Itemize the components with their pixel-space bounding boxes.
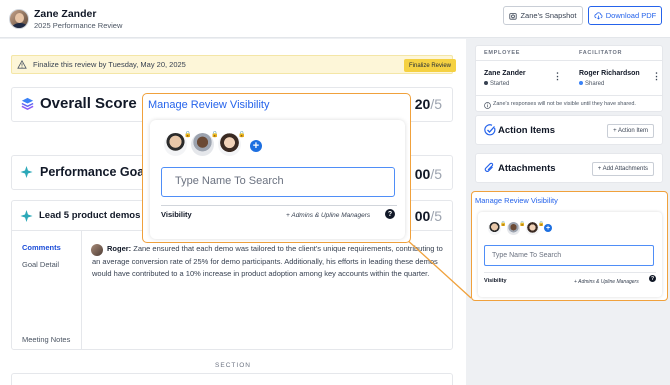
employee-header: EMPLOYEE — [484, 50, 521, 56]
performance-goals-score: 00/5 — [414, 166, 442, 182]
participants-card: EMPLOYEE FACILITATOR Zane Zander Started… — [475, 45, 663, 112]
tab-meeting-notes[interactable]: Meeting Notes — [22, 335, 70, 344]
attachments-title: Attachments — [498, 163, 556, 174]
help-icon[interactable]: ? — [649, 275, 656, 282]
goal-item-tabs: Comments Goal Detail Meeting Notes — [12, 231, 82, 350]
facilitator-name: Roger Richardson — [579, 70, 640, 77]
visibility-panel-small: Manage Review Visibility 🔒 🔒 🔒 + Type Na… — [471, 191, 668, 301]
facilitator-menu-icon[interactable]: ⋮ — [652, 71, 661, 82]
add-action-item-button[interactable]: + Action Item — [607, 124, 654, 138]
visibility-label-small: Visibility — [484, 278, 507, 284]
lock-icon: 🔒 — [211, 132, 219, 138]
add-person-icon[interactable]: + — [544, 224, 552, 232]
download-label: Download PDF — [605, 11, 657, 20]
finalize-banner: Finalize this review by Tuesday, May 20,… — [11, 55, 456, 74]
goal-item-score: 00/5 — [414, 208, 442, 224]
comment-author: Roger: — [107, 244, 132, 253]
add-attachments-button[interactable]: + Add Attachments — [591, 162, 654, 176]
name-search-input[interactable]: Type Name To Search — [161, 167, 395, 197]
visibility-panel-title-small[interactable]: Manage Review Visibility — [475, 196, 558, 205]
visibility-panel-title[interactable]: Manage Review Visibility — [148, 99, 269, 111]
add-person-icon[interactable]: + — [250, 140, 262, 152]
info-icon — [484, 102, 491, 109]
review-name: 2025 Performance Review — [34, 21, 123, 30]
warning-icon — [17, 60, 27, 69]
facilitator-header: FACILITATOR — [579, 50, 623, 56]
lock-icon: 🔒 — [184, 132, 192, 138]
user-name: Zane Zander — [34, 8, 97, 20]
comment-body: Roger: Zane ensured that each demo was t… — [92, 243, 447, 281]
goal-item-title: Lead 5 product demos p — [39, 210, 149, 221]
sparkle-icon — [20, 165, 33, 179]
action-items-card: Action Items + Action Item — [475, 115, 663, 145]
checkmark-circle-icon — [484, 124, 496, 136]
download-pdf-button[interactable]: Download PDF — [588, 6, 662, 25]
lock-icon: 🔒 — [500, 221, 507, 227]
visibility-panel-zoomed: Manage Review Visibility 🔒 🔒 🔒 + Type Na… — [142, 93, 411, 243]
lock-icon: 🔒 — [519, 221, 526, 227]
visibility-value-small: + Admins & Upline Managers — [574, 279, 639, 285]
help-icon[interactable]: ? — [385, 209, 395, 219]
name-search-input-small[interactable]: Type Name To Search — [484, 245, 654, 266]
layers-icon — [21, 97, 34, 110]
participants-row: Zane Zander Started ⋮ Roger Richardson S… — [476, 60, 662, 96]
page-header: Zane Zander 2025 Performance Review Zane… — [0, 0, 670, 38]
sparkle-icon — [20, 209, 33, 223]
employee-name: Zane Zander — [484, 70, 526, 77]
overall-score-title: Overall Score — [40, 95, 137, 112]
visibility-value: + Admins & Upline Managers — [286, 212, 371, 219]
comment-text: Zane ensured that each demo was tailored… — [92, 244, 443, 278]
section-card — [11, 373, 453, 385]
snapshot-icon — [509, 12, 518, 20]
tab-goal-detail[interactable]: Goal Detail — [22, 260, 59, 269]
user-avatar — [9, 9, 29, 29]
performance-goals-title: Performance Goa — [40, 165, 145, 179]
finalize-review-button[interactable]: Finalize Review — [404, 59, 456, 72]
tab-comments[interactable]: Comments — [22, 243, 61, 252]
lock-icon: 🔒 — [238, 132, 246, 138]
employee-menu-icon[interactable]: ⋮ — [553, 71, 562, 82]
visibility-popover: 🔒 🔒 🔒 + Type Name To Search Visibility +… — [150, 120, 405, 239]
snapshot-label: Zane's Snapshot — [520, 11, 577, 20]
banner-text: Finalize this review by Tuesday, May 20,… — [33, 60, 186, 69]
overall-score-value: 20/5 — [414, 96, 442, 112]
visibility-label: Visibility — [161, 210, 192, 219]
employee-status: Started — [484, 81, 509, 87]
snapshot-button[interactable]: Zane's Snapshot — [503, 6, 583, 25]
facilitator-status: Shared — [579, 81, 604, 87]
visibility-note: Zane's responses will not be visible unt… — [493, 101, 636, 107]
visibility-popover-small: 🔒 🔒 🔒 + Type Name To Search Visibility +… — [478, 212, 662, 297]
download-cloud-icon — [594, 11, 603, 20]
paperclip-icon — [484, 162, 494, 172]
section-label: SECTION — [215, 362, 251, 369]
action-items-title: Action Items — [498, 125, 556, 136]
attachments-card: Attachments + Add Attachments — [475, 153, 663, 183]
